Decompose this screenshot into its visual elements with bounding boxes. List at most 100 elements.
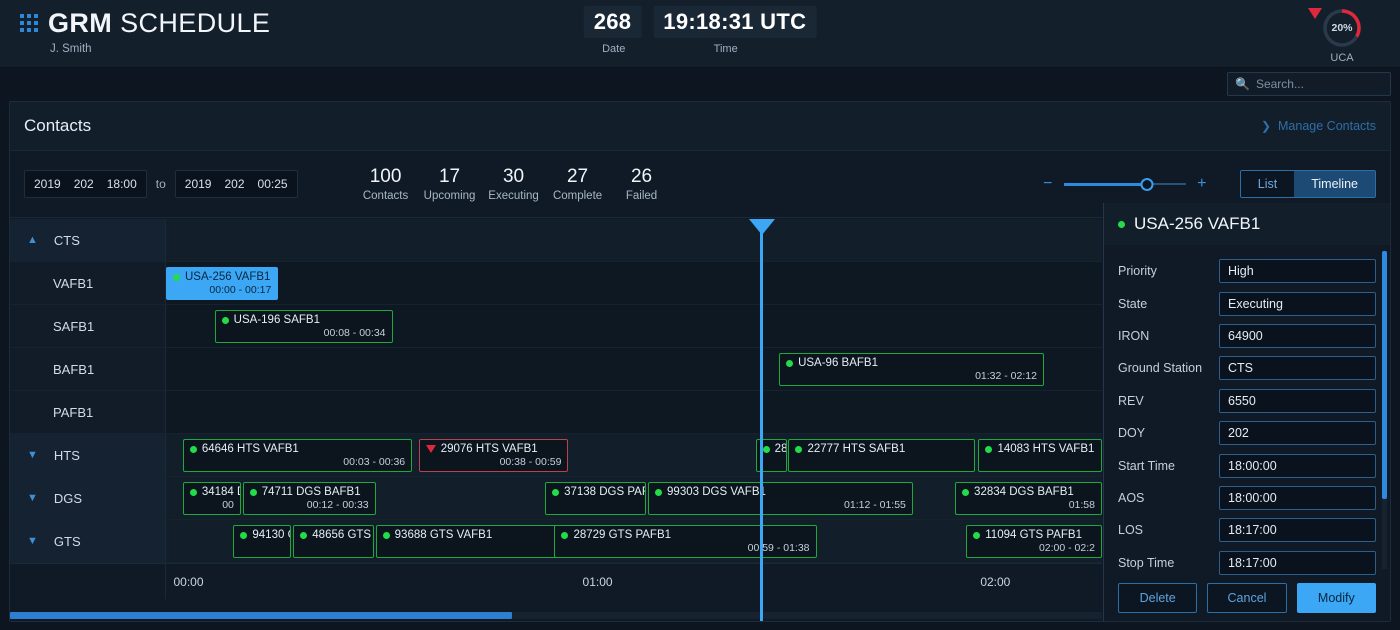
field-value-los[interactable]: 18:17:00 [1219, 518, 1376, 542]
cancel-button[interactable]: Cancel [1207, 583, 1286, 613]
event-name: 32834 DGS BAFB1 [974, 486, 1074, 498]
event-header: 74711 DGS BAFB1 [250, 486, 369, 498]
timeline-row-label-gts[interactable]: ▼GTS [10, 520, 166, 562]
field-value-iron[interactable]: 64900 [1219, 324, 1376, 348]
event-header: USA-256 VAFB1 [173, 271, 271, 283]
status-dot-icon [383, 532, 390, 539]
scrollbar-thumb[interactable] [10, 612, 512, 619]
status-dot-icon [985, 446, 992, 453]
app-grid-icon[interactable] [20, 14, 38, 32]
clock: 268 19:18:31 UTC Date Time [584, 6, 817, 55]
detail-field-row: Ground StationCTS [1118, 352, 1376, 384]
field-value-rev[interactable]: 6550 [1219, 389, 1376, 413]
status-dot-icon [300, 532, 307, 539]
detail-scrollbar[interactable] [1382, 251, 1387, 569]
field-value-aos[interactable]: 18:00:00 [1219, 486, 1376, 510]
detail-scrollbar-thumb[interactable] [1382, 251, 1387, 499]
timeline-track: USA-196 SAFB100:08 - 00:34 [166, 305, 1102, 347]
detail-actions: Delete Cancel Modify [1104, 575, 1390, 621]
field-label: Start Time [1118, 459, 1219, 473]
timeline-event[interactable]: 64646 HTS VAFB100:03 - 00:36 [183, 439, 412, 472]
field-value-doy[interactable]: 202 [1219, 421, 1376, 445]
timeline-event[interactable]: 37138 DGS PAFB1 [545, 482, 646, 515]
zoom-in-button[interactable]: + [1195, 175, 1209, 193]
stat-upcoming-label: Upcoming [421, 190, 479, 202]
chevron-down-icon[interactable]: ▼ [27, 535, 38, 547]
current-time-cursor[interactable] [760, 219, 763, 621]
event-name: 64646 HTS VAFB1 [202, 443, 299, 455]
timeline-event[interactable]: 34184 DG00 [183, 482, 241, 515]
date-range-separator: to [156, 177, 166, 191]
detail-field-row: LOS18:17:00 [1118, 514, 1376, 546]
event-name: 11094 GTS PAFB1 [985, 529, 1082, 541]
event-name: USA-96 BAFB1 [798, 357, 878, 369]
start-date-field[interactable]: 2019 202 18:00 [24, 170, 147, 198]
row-label-text: HTS [54, 448, 80, 463]
zoom-control: − + List Timeline [1041, 170, 1376, 198]
uca-percent: 20% [1320, 6, 1364, 50]
field-value-priority[interactable]: High [1219, 259, 1376, 283]
event-name: 34184 DG [202, 486, 241, 498]
manage-contacts-link[interactable]: ❯ Manage Contacts [1261, 119, 1376, 133]
status-dot-icon [222, 317, 229, 324]
event-header: 99303 DGS VAFB1 [655, 486, 906, 498]
start-year: 2019 [34, 177, 61, 191]
timeline-row-label-hts[interactable]: ▼ HTS [10, 434, 166, 476]
detail-field-row: Stop Time18:17:00 [1118, 547, 1376, 575]
timeline-event[interactable]: USA-256 VAFB100:00 - 00:17 [166, 267, 278, 300]
tab-timeline[interactable]: Timeline [1294, 171, 1375, 197]
event-time-range: 01:12 - 01:55 [844, 499, 906, 511]
contacts-panel: Contacts ❯ Manage Contacts 2019 202 18:0… [9, 101, 1391, 622]
timeline-row-label-dgs[interactable]: ▼DGS [10, 477, 166, 519]
timeline-event[interactable]: 29076 HTS VAFB100:38 - 00:59 [419, 439, 569, 472]
delete-button[interactable]: Delete [1118, 583, 1197, 613]
uca-indicator[interactable]: 20% UCA [1306, 6, 1378, 64]
timeline-row-label-cts[interactable]: ▲CTS [10, 219, 166, 261]
search-icon: 🔍 [1235, 78, 1250, 90]
detail-field-row: REV6550 [1118, 385, 1376, 417]
event-name: 29076 HTS VAFB1 [441, 443, 538, 455]
timeline-event[interactable]: 32834 DGS BAFB101:58 [955, 482, 1102, 515]
chevron-down-icon[interactable]: ▼ [27, 492, 38, 504]
field-label: Ground Station [1118, 361, 1219, 375]
chevron-up-icon[interactable]: ▲ [27, 234, 38, 246]
timeline-event[interactable]: 14083 HTS VAFB1 [978, 439, 1102, 472]
modify-button[interactable]: Modify [1297, 583, 1376, 613]
zoom-slider[interactable] [1064, 177, 1186, 191]
field-value-start-time[interactable]: 18:00:00 [1219, 454, 1376, 478]
end-date-field[interactable]: 2019 202 00:25 [175, 170, 298, 198]
event-header: 28729 GTS PAFB1 [561, 529, 809, 541]
timeline-row-label-bafb1: BAFB1 [10, 348, 166, 390]
field-label: REV [1118, 394, 1219, 408]
stat-upcoming-value: 17 [421, 166, 479, 188]
detail-field-row: AOS18:00:00 [1118, 482, 1376, 514]
timeline-event[interactable]: 74711 DGS BAFB100:12 - 00:33 [243, 482, 376, 515]
detail-header: USA-256 VAFB1 [1104, 203, 1390, 245]
field-label: Stop Time [1118, 556, 1219, 570]
timeline-rows: ▲CTSVAFB1USA-256 VAFB100:00 - 00:17SAFB1… [10, 219, 1102, 563]
timeline-event[interactable]: 99303 DGS VAFB101:12 - 01:55 [648, 482, 913, 515]
slider-knob[interactable] [1140, 178, 1153, 191]
timeline-event[interactable]: 48656 GTS SA [293, 525, 373, 558]
field-value-state[interactable]: Executing [1219, 292, 1376, 316]
horizontal-scrollbar[interactable] [10, 612, 1102, 619]
chevron-down-icon[interactable]: ▼ [27, 449, 38, 461]
timeline-event[interactable]: USA-96 BAFB101:32 - 02:12 [779, 353, 1044, 386]
timeline-track: 64646 HTS VAFB100:03 - 00:3629076 HTS VA… [166, 434, 1102, 476]
tab-list[interactable]: List [1241, 171, 1294, 197]
timeline-event[interactable]: 94130 GT [233, 525, 291, 558]
stat-complete-value: 27 [549, 166, 607, 188]
manage-contacts-label: Manage Contacts [1278, 119, 1376, 133]
end-time: 00:25 [258, 177, 288, 191]
timeline-event[interactable]: 28729 GTS PAFB100:59 - 01:38 [554, 525, 816, 558]
timeline-event[interactable]: 11094 GTS PAFB102:00 - 02:2 [966, 525, 1102, 558]
search-input[interactable] [1256, 77, 1383, 91]
search-box[interactable]: 🔍 [1227, 72, 1391, 96]
timeline-event[interactable]: USA-196 SAFB100:08 - 00:34 [215, 310, 393, 343]
field-value-stop-time[interactable]: 18:17:00 [1219, 551, 1376, 575]
timeline-event[interactable]: 22777 HTS SAFB1 [788, 439, 974, 472]
status-dot-icon [962, 489, 969, 496]
field-value-ground-station[interactable]: CTS [1219, 356, 1376, 380]
view-toggle: List Timeline [1240, 170, 1376, 198]
zoom-out-button[interactable]: − [1041, 175, 1055, 193]
